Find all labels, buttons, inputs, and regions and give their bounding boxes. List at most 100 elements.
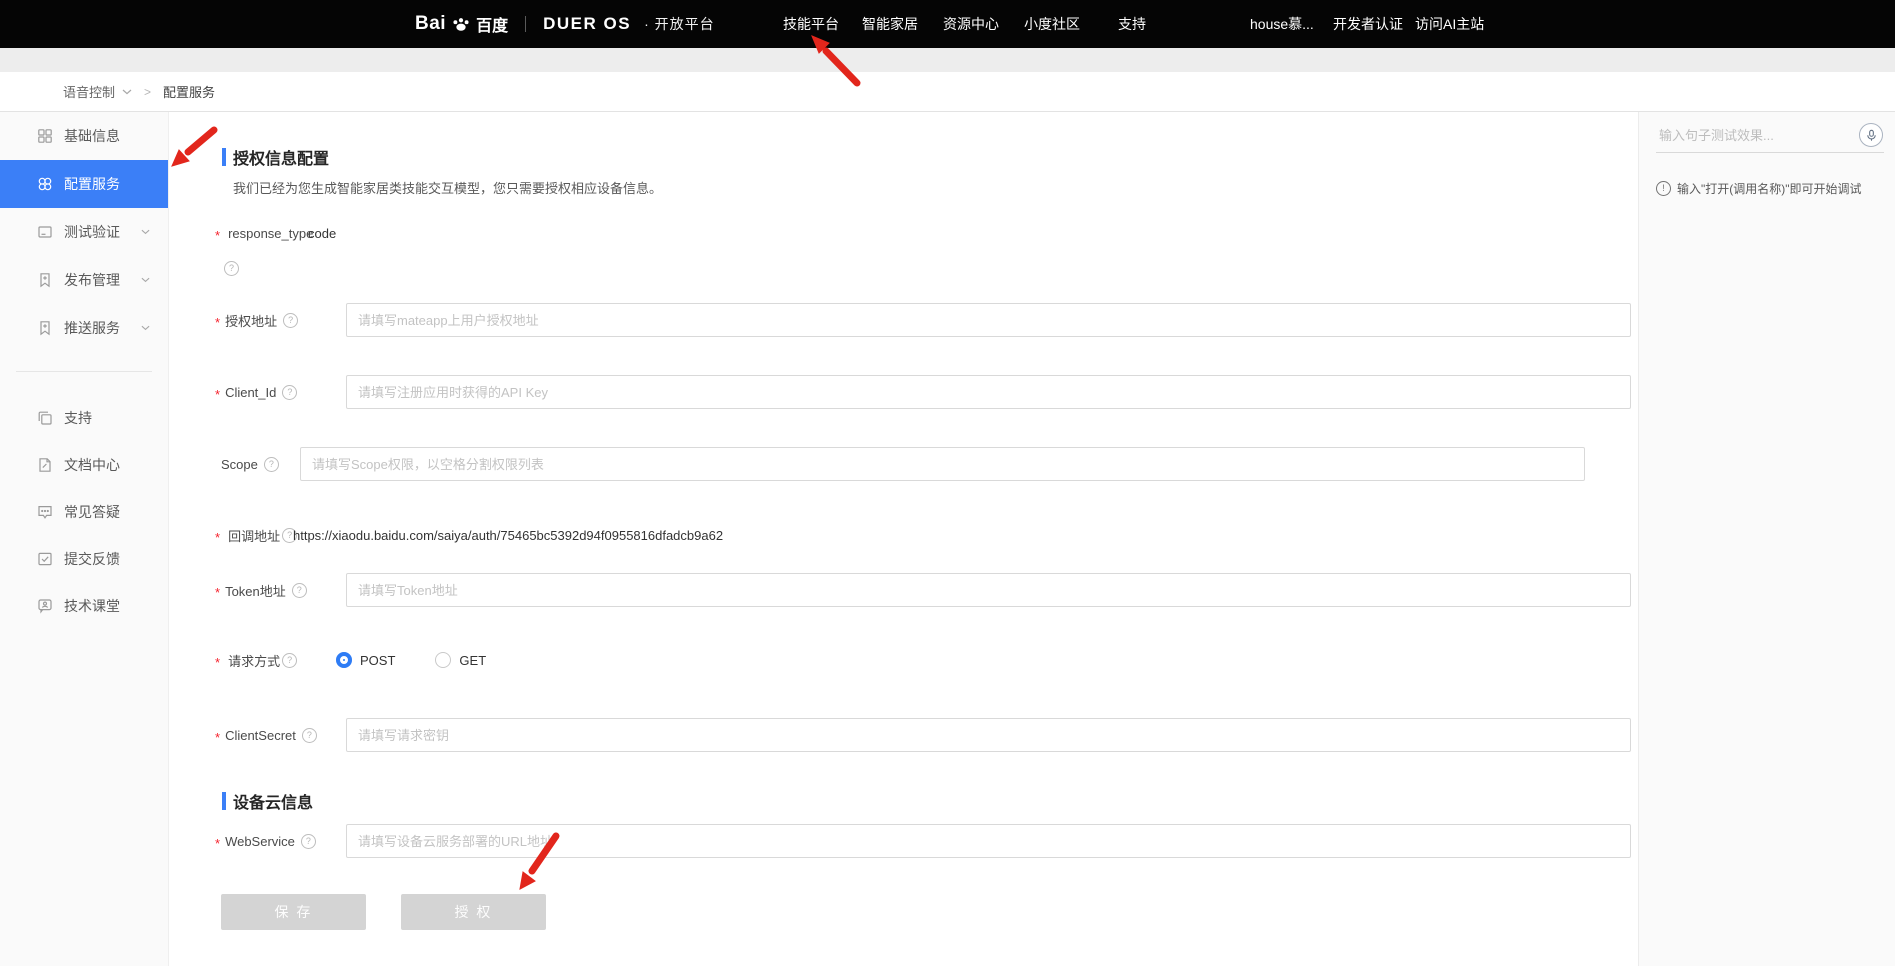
section-accent-bar xyxy=(222,792,226,810)
chat-dots-icon xyxy=(37,504,53,520)
sidebar-item-publish-manage[interactable]: 发布管理 xyxy=(0,256,168,304)
chevron-down-icon xyxy=(141,229,150,235)
field-auth-address: * 授权地址 ? xyxy=(215,303,1638,337)
sidebar-item-label: 发布管理 xyxy=(64,270,120,290)
user-account[interactable]: house慕... xyxy=(1250,0,1314,48)
field-client-id: * Client_Id ? xyxy=(215,375,1638,409)
chevron-down-icon xyxy=(122,89,132,95)
check-square-icon xyxy=(37,551,53,567)
nav-item-xiaodu-community[interactable]: 小度社区 xyxy=(1024,0,1080,48)
help-icon[interactable]: ? xyxy=(302,728,317,743)
dueros-brand-text: DUER OS xyxy=(543,14,631,34)
paw-icon xyxy=(452,16,470,32)
nav-item-support[interactable]: 支持 xyxy=(1118,0,1146,48)
field-label: Client_Id xyxy=(225,385,276,400)
sidebar-item-basic-info[interactable]: 基础信息 xyxy=(0,112,168,160)
authorize-button[interactable]: 授 权 xyxy=(401,894,546,930)
field-label: Scope xyxy=(221,457,258,472)
help-icon[interactable]: ? xyxy=(224,261,239,276)
page-body: 基础信息 配置服务 测试验证 发布管理 xyxy=(0,112,1895,966)
radio-get[interactable] xyxy=(435,652,451,668)
logo-divider xyxy=(525,16,526,32)
sidebar-item-label: 支持 xyxy=(64,408,92,428)
auth-address-input[interactable] xyxy=(346,303,1631,337)
sidebar-item-push-service[interactable]: 推送服务 xyxy=(0,304,168,352)
field-label: response_type xyxy=(228,226,313,241)
field-request-method: * 请求方式 ? xyxy=(215,650,297,670)
client-id-input[interactable] xyxy=(346,375,1631,409)
help-icon[interactable]: ? xyxy=(301,834,316,849)
nav-item-smart-home[interactable]: 智能家居 xyxy=(862,0,918,48)
required-asterisk: * xyxy=(215,530,220,545)
help-icon[interactable]: ? xyxy=(292,583,307,598)
test-panel-hint: ! 输入"打开(调用名称)"即可开始调试 xyxy=(1656,180,1862,197)
help-icon[interactable]: ? xyxy=(264,457,279,472)
help-icon[interactable]: ? xyxy=(282,385,297,400)
breadcrumb-skill-select[interactable]: 语音控制 xyxy=(63,82,132,101)
help-icon[interactable]: ? xyxy=(283,313,298,328)
sidebar-item-config-service[interactable]: 配置服务 xyxy=(0,160,168,208)
sidebar-item-label: 配置服务 xyxy=(64,174,120,194)
required-asterisk: * xyxy=(215,315,220,330)
top-navbar: Bai 百度 DUER OS · 开放平台 技能平台 智能家居 资源中心 小度社… xyxy=(0,0,1895,48)
breadcrumb: 语音控制 > 配置服务 xyxy=(0,72,1895,112)
sidebar: 基础信息 配置服务 测试验证 发布管理 xyxy=(0,112,169,966)
microphone-icon[interactable] xyxy=(1859,123,1883,147)
response-type-value: code xyxy=(308,226,336,241)
field-label: 请求方式 xyxy=(228,651,280,670)
nav-item-resource-center[interactable]: 资源中心 xyxy=(943,0,999,48)
field-label: 回调地址 xyxy=(228,526,280,545)
sidebar-item-tech-class[interactable]: 技术课堂 xyxy=(0,582,168,629)
required-asterisk: * xyxy=(215,387,220,402)
sidebar-item-doc-center[interactable]: 文档中心 xyxy=(0,441,168,488)
open-platform-text: · 开放平台 xyxy=(644,14,715,34)
brand-logo[interactable]: Bai 百度 DUER OS · 开放平台 xyxy=(415,0,715,48)
field-token-address: * Token地址 ? xyxy=(215,573,1638,607)
breadcrumb-separator: > xyxy=(144,85,151,99)
header-gray-strip xyxy=(0,48,1895,72)
circles-icon xyxy=(37,176,53,192)
sidebar-item-test-verify[interactable]: 测试验证 xyxy=(0,208,168,256)
section-accent-bar xyxy=(222,148,226,166)
test-sentence-input[interactable] xyxy=(1657,121,1851,149)
test-input-underline xyxy=(1656,152,1884,153)
baidu-cn-text: 百度 xyxy=(476,12,508,36)
info-circle-icon: ! xyxy=(1656,181,1671,196)
nav-item-visit-ai-site[interactable]: 访问AI主站 xyxy=(1415,0,1484,48)
sidebar-item-label: 提交反馈 xyxy=(64,549,120,569)
required-asterisk: * xyxy=(215,730,220,745)
copy-icon xyxy=(37,410,53,426)
breadcrumb-parent-label: 语音控制 xyxy=(63,82,115,101)
help-icon[interactable]: ? xyxy=(282,653,297,668)
radio-post-label: POST xyxy=(360,653,395,668)
nav-item-developer-cert[interactable]: 开发者认证 xyxy=(1333,0,1403,48)
token-address-input[interactable] xyxy=(346,573,1631,607)
radio-post[interactable] xyxy=(336,652,352,668)
client-secret-input[interactable] xyxy=(346,718,1631,752)
person-bubble-icon xyxy=(37,598,53,614)
save-button[interactable]: 保 存 xyxy=(221,894,366,930)
field-label: Token地址 xyxy=(225,581,286,600)
document-icon xyxy=(37,224,53,240)
field-label: 授权地址 xyxy=(225,311,277,330)
sidebar-divider xyxy=(16,371,152,372)
web-service-input[interactable] xyxy=(346,824,1631,858)
sidebar-item-faq[interactable]: 常见答疑 xyxy=(0,488,168,535)
sidebar-item-support[interactable]: 支持 xyxy=(0,394,168,441)
section-device-cloud: 设备云信息 xyxy=(222,789,313,813)
nav-item-skill-platform[interactable]: 技能平台 xyxy=(783,0,839,48)
dueros-console-page: Bai 百度 DUER OS · 开放平台 技能平台 智能家居 资源中心 小度社… xyxy=(0,0,1895,966)
chevron-down-icon xyxy=(141,325,150,331)
sidebar-item-label: 文档中心 xyxy=(64,455,120,475)
method-radio-group: POST GET xyxy=(336,652,486,668)
section-title: 授权信息配置 xyxy=(233,145,329,169)
field-client-secret: * ClientSecret ? xyxy=(215,718,1638,752)
section-description: 我们已经为您生成智能家居类技能交互模型，您只需要授权相应设备信息。 xyxy=(233,178,662,197)
sidebar-item-feedback[interactable]: 提交反馈 xyxy=(0,535,168,582)
required-asterisk: * xyxy=(215,585,220,600)
baidu-logo-text: Bai xyxy=(415,13,446,35)
field-web-service: * WebService ? xyxy=(215,824,1638,858)
scope-input[interactable] xyxy=(300,447,1585,481)
field-label: WebService xyxy=(225,834,295,849)
required-asterisk: * xyxy=(215,655,220,670)
